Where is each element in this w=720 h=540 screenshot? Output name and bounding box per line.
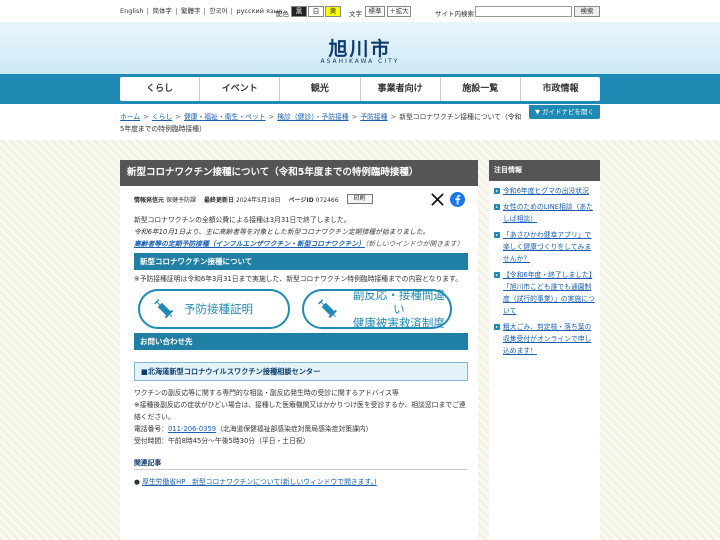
arrow-right-icon — [494, 324, 500, 330]
pageid-label: ページID — [288, 196, 314, 204]
text-size-label: 文字 — [349, 10, 362, 18]
center-description: ワクチンの副反応等に関する専門的な相談・副反応発生時の受診に関するアドバイス等 — [134, 389, 399, 397]
language-links: English 简体字 繁體字 한국어 русский язык — [120, 8, 286, 15]
featured-link-line-consult[interactable]: 女性のためのLINE相談（あたしば相談） — [503, 203, 593, 223]
utility-bar: English 简体字 繁體字 한국어 русский язык 配色 黒 白 … — [0, 0, 720, 22]
site-header: 旭川市 ASAHIKAWA CITY — [0, 22, 720, 74]
color-yellow-button[interactable]: 黄 — [325, 6, 341, 17]
updated-date: 2024年5月18日 — [235, 196, 281, 204]
sidebar: 注目情報 令和6年度ヒグマの出没状況 女性のためのLINE相談（あたしば相談） … — [489, 160, 600, 540]
featured-link-childcare[interactable]: 【令和6年度・終了しました】「旭川市こども誰でも通園制度（試行的事業）」の実施に… — [503, 271, 595, 315]
side-effects-relief-banner[interactable]: 副反応・接種間違い 健康被害救済制度 — [302, 288, 452, 330]
phone-note: （北海道保健福祉部感染症対策局感染症対策課内） — [216, 425, 373, 433]
featured-link-health-app[interactable]: 「あさひかわ健幸アプリ」で楽しく健康づくりをしてみませんか？ — [503, 231, 591, 263]
featured-item: 「あさひかわ健幸アプリ」で楽しく健康づくりをしてみませんか？ — [494, 229, 595, 265]
featured-link-oversized-waste[interactable]: 粗大ごみ、剪定枝・落ち葉の収集受付がオンラインで申し込めます！ — [503, 323, 591, 355]
certificate-note: ※予防接種証明は令和6年3月31日まで実施した、新型コロナワクチン特例臨時接種ま… — [134, 275, 462, 283]
global-nav: くらし イベント 観光 事業者向け 施設一覧 市政情報 — [120, 77, 600, 101]
page-meta: 情報発信元 保健予防課 最終更新日 2024年5月18日 ページID 07246… — [134, 194, 414, 204]
color-label: 配色 — [276, 10, 289, 18]
consultation-center-name: ■北海道新型コロナウイルスワクチン接種相談センター — [134, 362, 468, 381]
syringe-icon — [318, 299, 337, 319]
breadcrumb: ホーム > くらし > 健康・福祉・衛生・ペット > 検診（健診）・予防接種 > 予防接種 > 新型… — [120, 113, 522, 133]
nav-item-kanko[interactable]: 観光 — [280, 77, 361, 101]
nav-item-business[interactable]: 事業者向け — [361, 77, 441, 101]
color-white-button[interactable]: 白 — [308, 6, 324, 17]
site-search-label: サイト内検索 — [435, 10, 474, 18]
search-input[interactable] — [475, 6, 572, 17]
periodic-vaccination-link[interactable]: 高齢者等の定期予防接種（インフルエンザワクチン・新型コロナワクチン） — [134, 240, 365, 248]
nav-item-city-info[interactable]: 市政情報 — [521, 77, 600, 101]
featured-item: 令和6年度ヒグマの出没状況 — [494, 185, 595, 197]
issuer-label: 情報発信元 — [134, 196, 165, 204]
arrow-right-icon — [494, 204, 500, 210]
triangle-down-icon: ▼ — [534, 108, 543, 116]
breadcrumb-vaccination[interactable]: 予防接種 — [360, 113, 387, 121]
lang-simplified[interactable]: 简体字 — [148, 8, 177, 15]
reception-hours: 受付時間：午前8時45分～午後5時30分（平日・土日祝） — [134, 437, 310, 445]
arrow-right-icon — [494, 188, 500, 194]
page-id: 072466 — [315, 196, 339, 204]
nav-item-event[interactable]: イベント — [200, 77, 281, 101]
breadcrumb-home[interactable]: ホーム — [120, 113, 140, 121]
syringe-icon — [154, 299, 174, 319]
updated-label: 最終更新日 — [203, 196, 234, 204]
site-logo-subtitle: ASAHIKAWA CITY — [320, 58, 400, 65]
sidebar-title: 注目情報 — [489, 160, 600, 181]
main-content: 新型コロナワクチン接種について（令和5年度までの特例臨時接種） 情報発信元 保健… — [120, 160, 478, 540]
intro-text-1: 新型コロナワクチンの全額公費による接種は3月31日で終了しました。 — [134, 216, 351, 224]
nav-item-facilities[interactable]: 施設一覧 — [441, 77, 521, 101]
section-heading-contact: お問い合わせ先 — [134, 333, 468, 350]
arrow-right-icon — [494, 272, 500, 278]
mhlw-covid-link[interactable]: 厚生労働省HP 新型コロナワクチンについて(新しいウィンドウで開きます。) — [142, 478, 377, 486]
text-enlarge-button[interactable]: ＋拡大 — [387, 6, 411, 17]
facebook-share-icon[interactable] — [450, 192, 465, 207]
banner-row: 予防接種証明 副反応・接種間違い 健康被害救済制度 — [134, 285, 468, 333]
breadcrumb-checkup[interactable]: 検診（健診）・予防接種 — [277, 113, 348, 121]
new-window-note: （新しいウインドウが開きます） — [364, 240, 464, 248]
featured-item: 【令和6年度・終了しました】「旭川市こども誰でも通園制度（試行的事業）」の実施に… — [494, 269, 595, 317]
site-logo[interactable]: 旭川市 — [0, 34, 720, 61]
article-body: 新型コロナワクチンの全額公費による接種は3月31日で終了しました。 令和6年10… — [134, 214, 468, 488]
page-title: 新型コロナワクチン接種について（令和5年度までの特例臨時接種） — [120, 160, 478, 186]
print-button[interactable]: 印刷 — [346, 194, 373, 204]
breadcrumb-health[interactable]: 健康・福祉・衛生・ペット — [184, 113, 266, 121]
x-share-icon[interactable] — [430, 192, 445, 207]
nav-item-kurashi[interactable]: くらし — [120, 77, 201, 101]
color-black-button[interactable]: 黒 — [291, 6, 307, 17]
featured-item: 女性のためのLINE相談（あたしば相談） — [494, 201, 595, 225]
section-heading-vaccination: 新型コロナワクチン接種について — [134, 253, 468, 270]
vaccination-certificate-label: 予防接種証明 — [184, 302, 253, 316]
featured-list: 令和6年度ヒグマの出没状況 女性のためのLINE相談（あたしば相談） 「あさひか… — [489, 181, 600, 357]
guide-nav-button[interactable]: ▼ ガイドナビを開く — [529, 105, 600, 119]
lang-korean[interactable]: 한국어 — [205, 8, 233, 15]
breadcrumb-kurashi[interactable]: くらし — [152, 113, 172, 121]
bullet-icon: ● — [134, 478, 143, 486]
lang-english[interactable]: English — [120, 8, 149, 15]
vaccination-certificate-banner[interactable]: 予防接種証明 — [138, 289, 290, 329]
center-note: ※接種後副反応の症状がひどい場合は、接種した医療機関又はかかりつけ医を受診するか… — [134, 401, 466, 421]
side-effects-label-line2: 健康被害救済制度 — [352, 316, 445, 330]
phone-label: 電話番号： — [134, 425, 168, 433]
guide-nav-label: ガイドナビを開く — [542, 108, 595, 116]
search-button[interactable]: 検索 — [574, 6, 600, 17]
related-articles-heading: 関連記事 — [134, 457, 468, 470]
featured-link-bear[interactable]: 令和6年度ヒグマの出没状況 — [503, 187, 589, 195]
featured-item: 粗大ごみ、剪定枝・落ち葉の収集受付がオンラインで申し込めます！ — [494, 321, 595, 357]
phone-link[interactable]: 011-206-0359 — [168, 425, 216, 433]
lang-traditional[interactable]: 繁體字 — [177, 8, 206, 15]
intro-text-2: 令和6年10月1日より、主に高齢者等を対象とした新型コロナワクチン定期接種が始ま… — [134, 228, 430, 236]
text-standard-button[interactable]: 標準 — [365, 6, 385, 17]
side-effects-label-line1: 副反応・接種間違い — [352, 288, 445, 316]
arrow-right-icon — [494, 232, 500, 238]
issuer: 保健予防課 — [165, 196, 196, 204]
